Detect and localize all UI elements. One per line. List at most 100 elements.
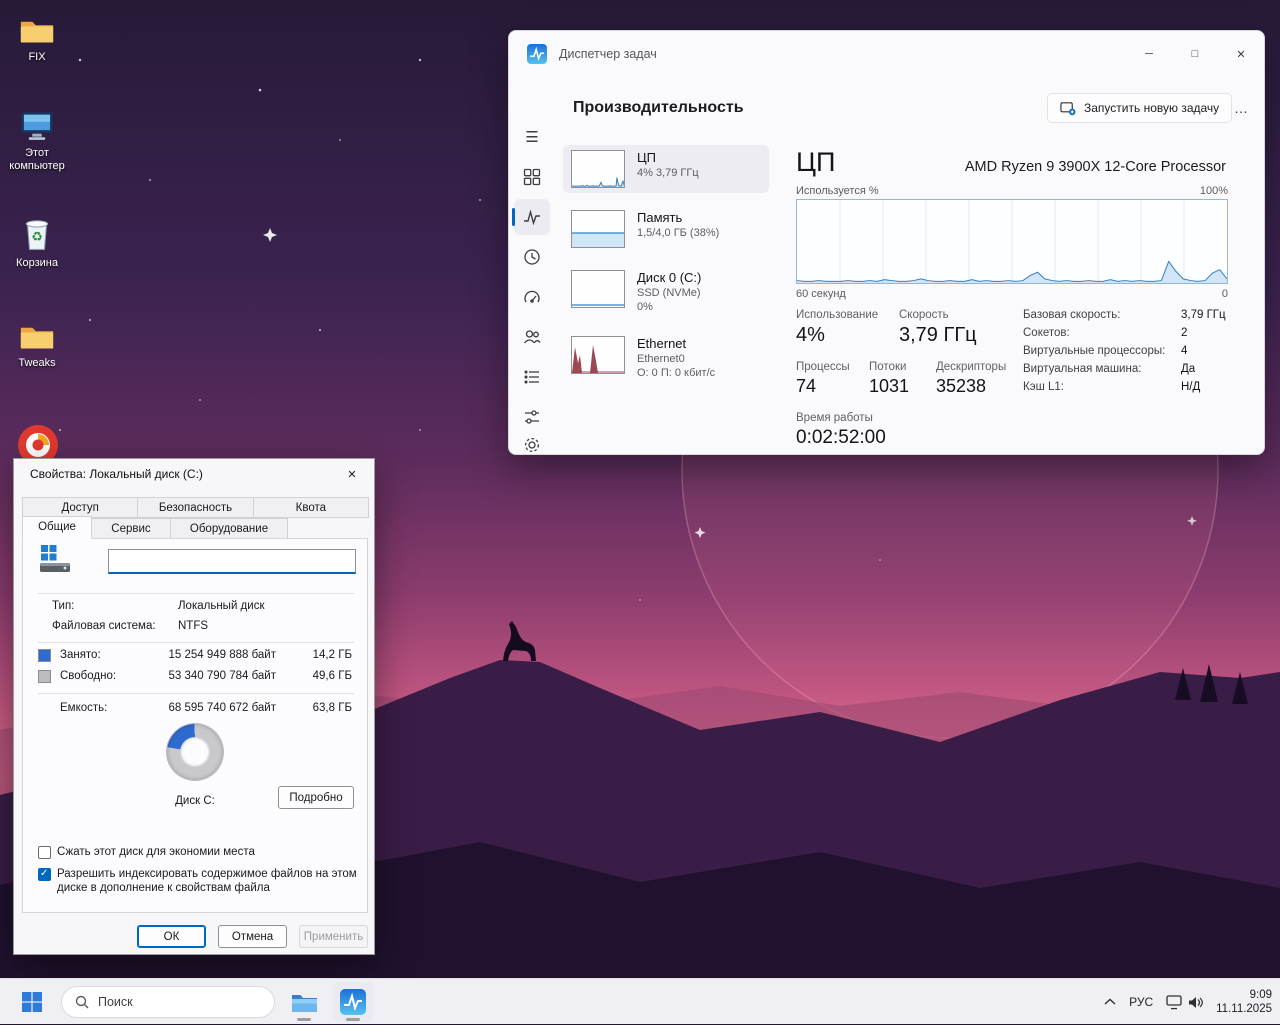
type-value: Локальный диск [178,600,264,612]
computer-icon [18,110,56,142]
stat-label: Дескрипторы [936,361,1006,373]
graph-max-label: 100% [1200,185,1228,197]
keyboard-language-indicator[interactable]: РУС [1129,995,1153,1009]
system-tray[interactable] [1166,995,1203,1010]
taskbar-file-explorer[interactable] [284,982,324,1022]
sidebar-item-settings[interactable] [514,427,550,455]
type-label: Тип: [52,600,178,612]
stat-value-usage: 4% [796,324,825,347]
details-button[interactable]: Подробно [278,786,354,809]
settings-gear-icon [523,436,541,454]
dialog-titlebar[interactable]: Свойства: Локальный диск (C:) [14,459,374,489]
desktop-icon-recycle-bin[interactable]: ♻ Корзина [1,216,73,270]
compress-disk-label: Сжать этот диск для экономии места [57,845,357,859]
perf-item-detail2: О: 0 П: 0 кбит/с [637,366,715,380]
capacity-size: 63,8 ГБ [282,702,352,714]
filesystem-row: Файловая система: NTFS [52,620,208,632]
menu-icon[interactable]: ☰ [516,123,548,151]
close-button[interactable]: ✕ [1218,31,1264,77]
tray-time: 9:09 [1216,988,1272,1002]
apply-button[interactable]: Применить [299,925,368,948]
sidebar-item-details[interactable] [514,359,550,395]
windows-logo-icon [21,991,43,1013]
capacity-bytes: 68 595 740 672 байт [156,702,276,714]
detail-value: 2 [1181,327,1187,340]
taskbar-task-manager[interactable] [333,982,373,1022]
disk-chart-label: Диск C: [155,795,235,807]
sidebar-item-processes[interactable] [514,159,550,195]
start-button[interactable] [12,982,52,1022]
more-options-button[interactable]: … [1225,95,1257,121]
capacity-label: Емкость: [60,702,107,714]
sidebar-item-users[interactable] [514,319,550,355]
desktop-icon-this-pc[interactable]: Этот компьютер [1,110,73,173]
tab-hardware[interactable]: Оборудование [170,518,288,539]
detail-label: Виртуальные процессоры: [1023,345,1181,358]
perf-item-name: ЦП [637,150,699,166]
perf-item-memory[interactable]: Память 1,5/4,0 ГБ (38%) [563,205,769,253]
perf-item-disk[interactable]: Диск 0 (C:) SSD (NVMe) 0% [563,265,769,319]
drive-icon [38,543,72,575]
stat-label: Время работы [796,412,873,424]
tab-quota[interactable]: Квота [253,497,369,518]
desktop-icon-label: Tweaks [18,357,55,370]
detail-label: Кэш L1: [1023,381,1181,394]
dialog-title: Свойства: Локальный диск (C:) [30,467,203,481]
processes-icon [523,168,541,186]
allow-indexing-label: Разрешить индексировать содержимое файло… [57,867,357,895]
desktop-icon-tweaks[interactable]: Tweaks [1,322,73,370]
minimize-button[interactable]: ─ [1126,31,1172,77]
detail-value: Н/Д [1181,381,1200,394]
allow-indexing-checkbox[interactable] [38,868,51,881]
taskbar-search[interactable]: Поиск [61,986,275,1018]
taskbar-clock[interactable]: 9:09 11.11.2025 [1216,988,1272,1016]
services-icon [523,408,541,426]
recycle-bin-icon: ♻ [20,216,54,252]
desktop-icon-fix[interactable]: FIX [1,16,73,64]
task-manager-app-icon [527,44,547,64]
desktop-icon-label: Корзина [16,257,58,270]
ethernet-thumbnail-graph [571,336,625,374]
perf-item-ethernet[interactable]: Ethernet Ethernet0 О: 0 П: 0 кбит/с [563,331,769,385]
sidebar-item-performance[interactable] [514,199,550,235]
folder-icon [18,16,56,46]
used-color-swatch [38,649,51,662]
tray-chevron-up-icon[interactable] [1104,998,1116,1006]
volume-label-input[interactable] [108,549,356,574]
dialog-close-button[interactable]: ✕ [330,459,374,489]
maximize-button[interactable]: □ [1172,31,1218,77]
ok-button[interactable]: ОК [137,925,206,948]
tab-security[interactable]: Безопасность [137,497,253,518]
cancel-button[interactable]: Отмена [218,925,287,948]
free-color-swatch [38,670,51,683]
perf-item-detail: SSD (NVMe) [637,286,701,300]
perf-item-name: Память [637,210,719,226]
perf-item-detail2: 0% [637,300,701,314]
detail-value: Да [1181,363,1195,376]
task-manager-titlebar[interactable]: Диспетчер задач ─ □ ✕ [509,31,1264,77]
tray-date: 11.11.2025 [1216,1002,1272,1016]
search-placeholder: Поиск [98,995,133,1009]
free-label: Свободно: [60,670,116,682]
cpu-thumbnail-graph [571,150,625,188]
disk-thumbnail-graph [571,270,625,308]
graph-min-label: 0 [1222,288,1228,300]
perf-item-detail: Ethernet0 [637,352,715,366]
tab-general[interactable]: Общие [22,516,92,539]
sidebar-item-app-history[interactable] [514,239,550,275]
sidebar-item-startup-apps[interactable] [514,279,550,315]
cpu-details-column: Базовая скорость:3,79 ГГц Сокетов:2 Вирт… [1023,309,1233,399]
desktop-icon-label: Этот компьютер [1,147,73,173]
detail-value: 3,79 ГГц [1181,309,1226,322]
tab-tools[interactable]: Сервис [91,518,171,539]
window-title: Диспетчер задач [559,47,657,61]
tab-access[interactable]: Доступ [22,497,138,518]
filesystem-value: NTFS [178,620,208,632]
stat-label: Процессы [796,361,850,373]
detail-value: 4 [1181,345,1187,358]
run-new-task-button[interactable]: Запустить новую задачу [1047,93,1232,123]
perf-item-cpu[interactable]: ЦП 4% 3,79 ГГц [563,145,769,193]
compress-disk-checkbox[interactable] [38,846,51,859]
svg-text:♻: ♻ [31,229,42,244]
disk-properties-dialog: Свойства: Локальный диск (C:) ✕ Доступ Б… [13,458,375,955]
